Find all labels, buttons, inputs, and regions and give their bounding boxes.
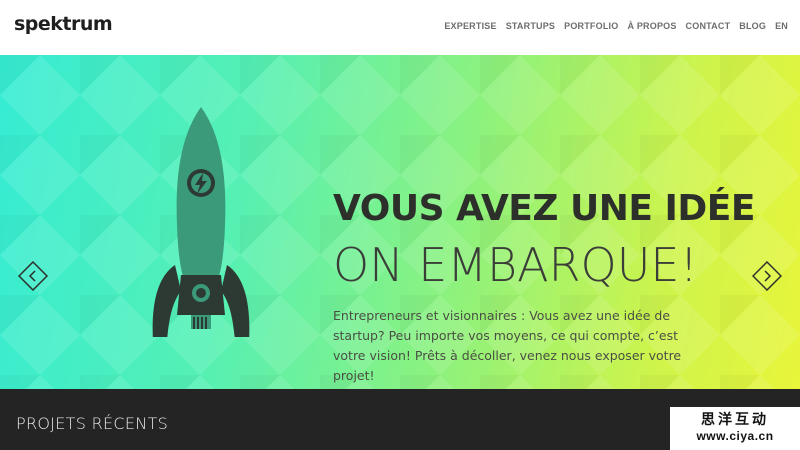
hero-slider: VOUS AVEZ UNE IDÉE ON EMBARQUE! Entrepre… bbox=[0, 55, 800, 389]
nav-item-expertise[interactable]: EXPERTISE bbox=[444, 21, 496, 31]
slider-next-button[interactable] bbox=[752, 261, 782, 291]
nav-item-a-propos[interactable]: À PROPOS bbox=[627, 21, 676, 31]
main-nav: EXPERTISE STARTUPS PORTFOLIO À PROPOS CO… bbox=[444, 21, 788, 31]
nav-item-portfolio[interactable]: PORTFOLIO bbox=[564, 21, 618, 31]
slider-prev-button[interactable] bbox=[18, 261, 48, 291]
hero-headline: VOUS AVEZ UNE IDÉE bbox=[333, 188, 755, 229]
recent-projects-section: PROJETS RÉCENTS 思洋互动 www.ciya.cn bbox=[0, 389, 800, 450]
watermark-url-text: www.ciya.cn bbox=[696, 429, 774, 443]
hero-description: Entrepreneurs et visionnaires : Vous ave… bbox=[333, 308, 682, 383]
nav-item-blog[interactable]: BLOG bbox=[739, 21, 766, 31]
nav-item-language[interactable]: EN bbox=[775, 21, 788, 31]
chevron-right-icon bbox=[764, 270, 772, 282]
rocket-icon bbox=[152, 107, 250, 337]
site-logo[interactable]: spektrum bbox=[14, 13, 113, 35]
watermark-cn-text: 思洋互动 bbox=[701, 412, 769, 428]
chevron-left-icon bbox=[28, 270, 36, 282]
hero-subheadline: ON EMBARQUE! bbox=[333, 238, 698, 292]
watermark-badge: 思洋互动 www.ciya.cn bbox=[670, 407, 800, 450]
recent-projects-title: PROJETS RÉCENTS bbox=[16, 414, 169, 433]
nav-item-contact[interactable]: CONTACT bbox=[686, 21, 731, 31]
site-header: spektrum EXPERTISE STARTUPS PORTFOLIO À … bbox=[0, 0, 800, 55]
nav-item-startups[interactable]: STARTUPS bbox=[506, 21, 555, 31]
